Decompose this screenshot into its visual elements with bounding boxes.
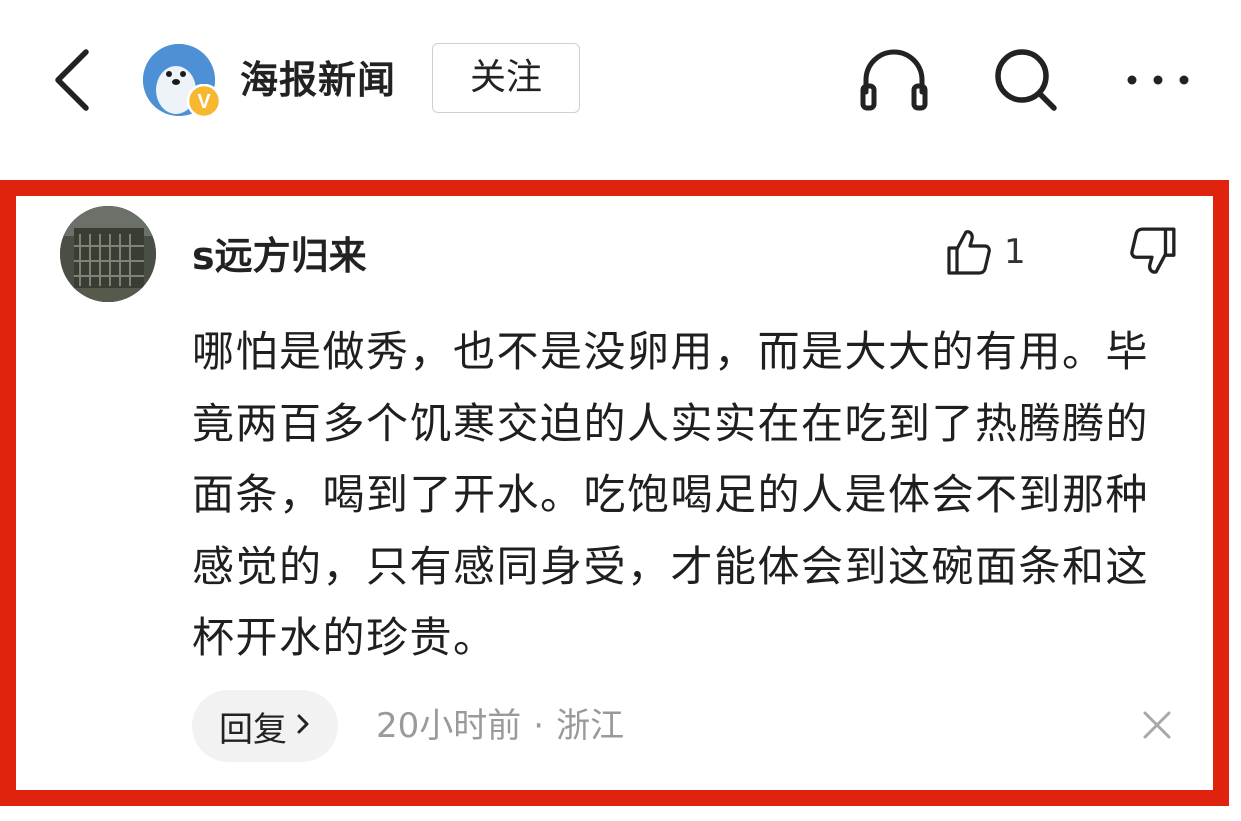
meta-separator: · [533,706,545,746]
comment-username[interactable]: s远方归来 [192,230,367,282]
follow-button[interactable]: 关注 [432,43,580,113]
channel-avatar[interactable]: V [143,44,221,118]
headphones-icon [860,49,928,111]
svg-text:V: V [197,91,211,113]
search-button[interactable] [988,42,1064,118]
user-avatar-image [60,206,156,302]
comment-body: 哪怕是做秀，也不是没卵用，而是大大的有用。毕竟两百多个饥寒交迫的人实实在在吃到了… [192,327,1150,662]
dislike-button[interactable] [1128,226,1178,276]
more-icon [1127,75,1189,85]
back-arrow-icon [55,49,89,111]
like-button[interactable]: 1 [946,222,1026,282]
thumbs-down-icon [1130,227,1176,274]
thumbs-up-icon [947,230,991,275]
user-avatar[interactable] [60,206,156,302]
like-count: 1 [1004,232,1026,272]
comment-card: s远方归来 1 哪怕是做秀，也不是没卵用，而是大大的有用。毕竟两百多个饥寒交迫的… [0,180,1229,806]
back-button[interactable] [40,40,110,120]
top-navigation-bar: V 海报新闻 关注 [0,0,1241,160]
chevron-right-icon [295,712,311,740]
comment-time: 20小时前 [376,706,522,746]
close-icon [1143,711,1171,739]
comment-meta: 20小时前 · 浙江 [376,700,624,752]
search-icon [995,49,1057,111]
reply-label: 回复 [219,709,287,750]
comment-location: 浙江 [556,706,625,746]
channel-name[interactable]: 海报新闻 [240,52,396,108]
close-button[interactable] [1140,708,1174,742]
reply-button[interactable]: 回复 [192,690,338,762]
listen-button[interactable] [856,42,932,118]
verified-badge-icon: V [187,84,221,118]
more-button[interactable] [1120,42,1196,118]
